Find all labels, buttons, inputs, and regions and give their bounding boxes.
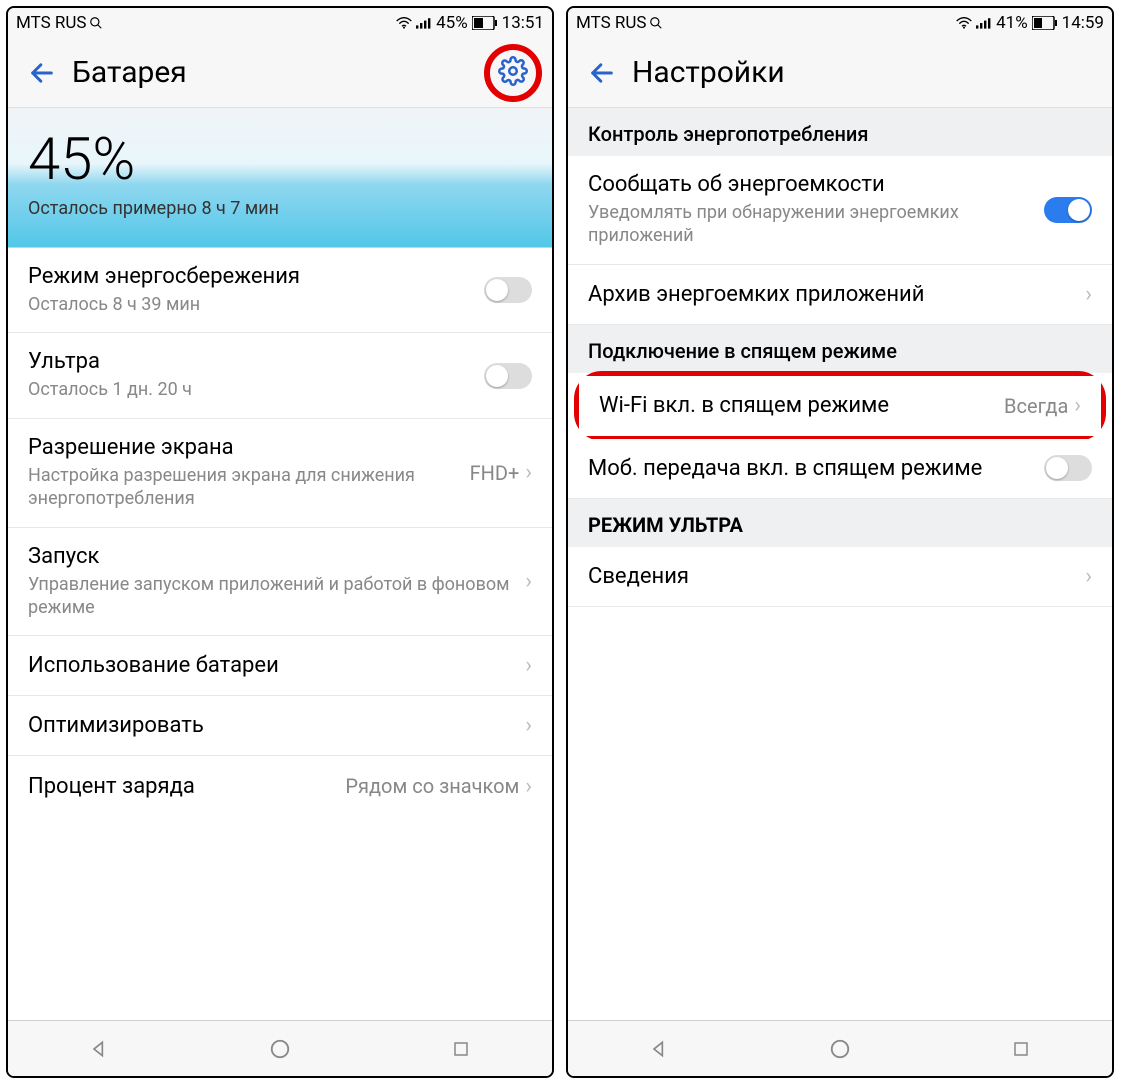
nav-back-button[interactable] <box>84 1034 114 1064</box>
chevron-right-icon: › <box>525 460 532 485</box>
nav-home-button[interactable] <box>825 1034 855 1064</box>
clock-label: 13:51 <box>502 13 544 33</box>
battery-pct-label: 45% <box>436 13 468 33</box>
row-title: Моб. передача вкл. в спящем режиме <box>588 456 1032 481</box>
back-button[interactable] <box>24 55 60 91</box>
chevron-right-icon: › <box>525 653 532 678</box>
row-title: Процент заряда <box>28 774 333 799</box>
row-title: Использование батареи <box>28 653 513 678</box>
signal-icon <box>976 17 992 29</box>
navbar <box>8 1020 552 1076</box>
row-notify-heavy[interactable]: Сообщать об энергоемкости Уведомлять при… <box>568 156 1112 265</box>
page-title: Батарея <box>72 55 187 90</box>
row-mobile-sleep[interactable]: Моб. передача вкл. в спящем режиме <box>568 439 1112 499</box>
row-percent-label[interactable]: Процент заряда Рядом со значком › <box>8 756 552 816</box>
wifi-icon <box>396 17 412 29</box>
chevron-right-icon: › <box>1085 282 1092 307</box>
settings-highlight <box>484 44 542 102</box>
row-optimize[interactable]: Оптимизировать › <box>8 696 552 756</box>
row-title: Разрешение экрана <box>28 435 458 460</box>
annotation-circle <box>484 44 542 102</box>
settings-list: Режим энергосбережения Осталось 8 ч 39 м… <box>8 248 552 1020</box>
nav-recent-button[interactable] <box>1006 1034 1036 1064</box>
toggle-notify-heavy[interactable] <box>1044 197 1092 223</box>
carrier-label: MTS RUS <box>576 13 647 33</box>
row-value: Рядом со значком <box>345 774 519 798</box>
nav-home-button[interactable] <box>265 1034 295 1064</box>
chevron-right-icon: › <box>525 713 532 738</box>
battery-pct-label: 41% <box>996 13 1028 33</box>
row-title: Режим энергосбережения <box>28 264 472 289</box>
search-icon <box>649 16 663 30</box>
battery-hero: 45% Осталось примерно 8 ч 7 мин <box>8 108 552 248</box>
row-launch[interactable]: Запуск Управление запуском приложений и … <box>8 528 552 637</box>
navbar <box>568 1020 1112 1076</box>
chevron-right-icon: › <box>1074 393 1081 418</box>
section-sleep-conn: Подключение в спящем режиме <box>568 325 1112 373</box>
phone-left: MTS RUS 45% 13:51 Батарея <box>6 6 554 1078</box>
row-title: Сообщать об энергоемкости <box>588 172 1032 197</box>
row-title: Wi-Fi вкл. в спящем режиме <box>599 393 992 418</box>
row-title: Запуск <box>28 544 513 569</box>
statusbar: MTS RUS 45% 13:51 <box>8 8 552 38</box>
annotation-highlight: Wi-Fi вкл. в спящем режиме Всегда › <box>574 371 1106 441</box>
back-button[interactable] <box>584 55 620 91</box>
row-sub: Осталось 8 ч 39 мин <box>28 293 472 316</box>
row-value: FHD+ <box>470 461 520 485</box>
row-archive[interactable]: Архив энергоемких приложений › <box>568 265 1112 325</box>
battery-icon <box>472 16 498 30</box>
carrier-label: MTS RUS <box>16 13 87 33</box>
chevron-right-icon: › <box>525 569 532 594</box>
battery-remaining: Осталось примерно 8 ч 7 мин <box>28 198 532 219</box>
row-sub: Уведомлять при обнаружении энергоемких п… <box>588 201 1032 248</box>
row-power-save[interactable]: Режим энергосбережения Осталось 8 ч 39 м… <box>8 248 552 333</box>
nav-back-button[interactable] <box>644 1034 674 1064</box>
section-ultra-mode: РЕЖИМ УЛЬТРА <box>568 499 1112 547</box>
chevron-right-icon: › <box>525 774 532 799</box>
signal-icon <box>416 17 432 29</box>
toggle-ultra[interactable] <box>484 363 532 389</box>
section-power-control: Контроль энергопотребления <box>568 108 1112 156</box>
row-title: Ультра <box>28 349 472 374</box>
row-usage[interactable]: Использование батареи › <box>8 636 552 696</box>
battery-percent: 45% <box>28 126 532 194</box>
statusbar: MTS RUS 41% 14:59 <box>568 8 1112 38</box>
row-wifi-sleep[interactable]: Wi-Fi вкл. в спящем режиме Всегда › <box>579 376 1101 436</box>
row-resolution[interactable]: Разрешение экрана Настройка разрешения э… <box>8 419 552 528</box>
row-sub: Настройка разрешения экрана для снижения… <box>28 464 458 511</box>
row-sub: Осталось 1 дн. 20 ч <box>28 378 472 401</box>
row-title: Архив энергоемких приложений <box>588 282 1073 307</box>
page-title: Настройки <box>632 55 785 90</box>
clock-label: 14:59 <box>1062 13 1104 33</box>
wifi-icon <box>956 17 972 29</box>
header: Настройки <box>568 38 1112 108</box>
row-title: Оптимизировать <box>28 713 513 738</box>
battery-icon <box>1032 16 1058 30</box>
chevron-right-icon: › <box>1085 564 1092 589</box>
toggle-mobile-sleep[interactable] <box>1044 455 1092 481</box>
toggle-power-save[interactable] <box>484 277 532 303</box>
row-info[interactable]: Сведения › <box>568 547 1112 607</box>
gear-icon[interactable] <box>498 56 528 90</box>
header: Батарея <box>8 38 552 108</box>
search-icon <box>89 16 103 30</box>
row-sub: Управление запуском приложений и работой… <box>28 573 513 620</box>
settings-list: Контроль энергопотребления Сообщать об э… <box>568 108 1112 1020</box>
row-value: Всегда <box>1004 394 1068 418</box>
nav-recent-button[interactable] <box>446 1034 476 1064</box>
row-ultra[interactable]: Ультра Осталось 1 дн. 20 ч <box>8 333 552 418</box>
row-title: Сведения <box>588 564 1073 589</box>
phone-right: MTS RUS 41% 14:59 Настройки Контроль эне… <box>566 6 1114 1078</box>
